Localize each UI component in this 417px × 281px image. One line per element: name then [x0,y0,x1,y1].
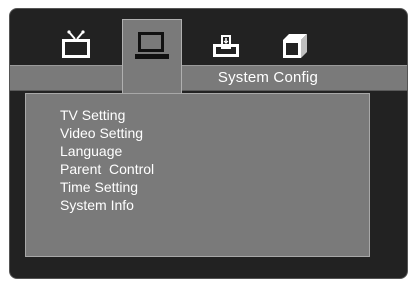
tv-icon [59,30,93,60]
menu-list: TV Setting Video Setting Language Parent… [60,106,154,214]
menu-panel: TV Setting Video Setting Language Parent… [25,93,370,257]
preferences-icon [277,30,311,60]
monitor-icon [132,30,172,62]
tab-preferences[interactable] [264,17,324,73]
menu-item-parent-control[interactable]: Parent Control [60,160,154,178]
menu-item-language[interactable]: Language [60,142,154,160]
menu-item-video-setting[interactable]: Video Setting [60,124,154,142]
tab-system-config[interactable] [122,19,182,102]
tab-tv[interactable] [46,17,106,73]
tab-audio[interactable] [196,17,256,73]
menu-item-system-info[interactable]: System Info [60,196,154,214]
menu-item-time-setting[interactable]: Time Setting [60,178,154,196]
osd-frame: System Config TV Setting Video Setting L… [9,8,408,279]
menu-item-tv-setting[interactable]: TV Setting [60,106,154,124]
audio-icon [209,30,243,60]
osd-screen: System Config TV Setting Video Setting L… [0,0,417,281]
